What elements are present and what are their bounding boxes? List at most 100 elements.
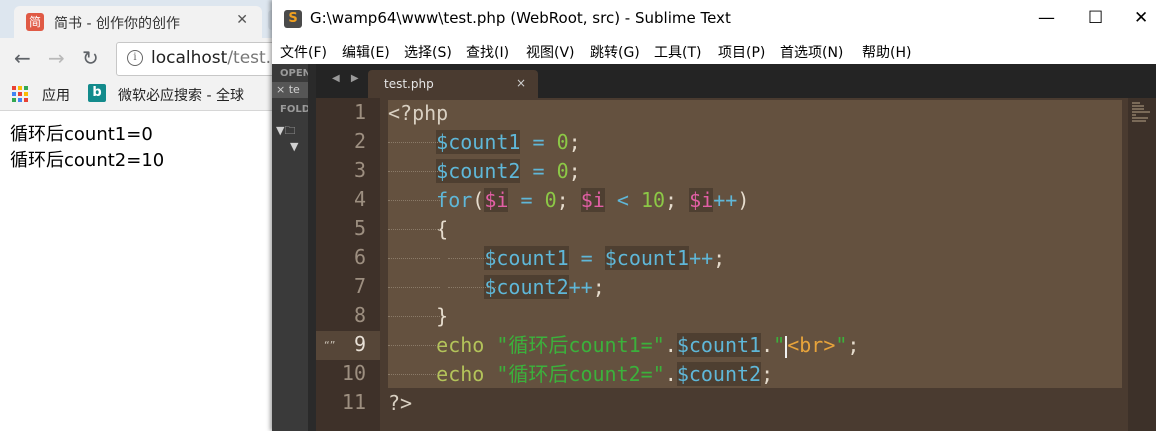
minimap-line <box>1132 105 1144 107</box>
bookmark-bing[interactable]: 微软必应搜索 - 全球 <box>118 85 244 105</box>
assign-op: = <box>532 130 545 154</box>
reload-icon[interactable]: ↻ <box>82 46 99 70</box>
fold-marker-icon: “” <box>324 339 336 352</box>
line-number: 1 <box>353 100 366 124</box>
num-zero: 0 <box>544 188 557 212</box>
menu-selection[interactable]: 选择(S) <box>404 42 452 62</box>
minimap-line <box>1132 114 1136 116</box>
code-line-6: $count1 = $count1++; <box>388 244 725 273</box>
tab-scroll-arrows-icon[interactable]: ◀ ▶ <box>332 73 363 84</box>
open-files-header: OPEN <box>280 68 308 79</box>
menu-file[interactable]: 文件(F) <box>280 42 327 62</box>
paren-open: ( <box>472 188 485 212</box>
indent-guide <box>388 287 440 290</box>
triangle-down-icon: ▼ <box>290 140 299 153</box>
browser-tab-title: 简书 - 创作你的创作 <box>54 16 180 32</box>
code-area[interactable]: <?php $count1 = 0; $count2 = 0; for($i =… <box>388 98 1148 431</box>
var-i-name: i <box>592 188 605 212</box>
bing-icon: b <box>88 84 106 102</box>
indent-guide <box>388 171 440 174</box>
inc-op: ++ <box>568 275 593 299</box>
code-line-7: $count2++; <box>388 273 605 302</box>
menu-goto[interactable]: 跳转(G) <box>590 42 640 62</box>
string-literal: "循环后count1=" <box>496 333 665 357</box>
sidebar-open-file[interactable]: × te <box>276 83 300 96</box>
output-line-2: 循环后count2=10 <box>10 150 165 171</box>
code-line-11: ?> <box>388 389 412 418</box>
string-quote: " <box>835 333 848 357</box>
var-i: $i <box>580 188 605 212</box>
indent-guide <box>388 229 440 232</box>
num-zero: 0 <box>556 130 569 154</box>
sublime-app-icon: S <box>284 10 302 28</box>
minimize-button[interactable]: — <box>1038 8 1055 28</box>
close-button[interactable]: ✕ <box>1134 8 1148 28</box>
code-line-10: echo "循环后count2=".$count2; <box>388 360 773 389</box>
string-quote: " <box>773 333 786 357</box>
semicolon: ; <box>556 188 569 212</box>
forward-arrow-icon[interactable]: → <box>48 46 65 70</box>
var-i: $i <box>689 188 714 212</box>
sidebar: OPEN × te FOLD ▼🗀 ▼ <box>272 64 308 431</box>
code-line-9: echo "循环后count1=".$count1." <br>"; <box>388 331 859 360</box>
folders-header: FOLD <box>280 104 308 115</box>
menu-bar: 文件(F) 编辑(E) 选择(S) 查找(I) 视图(V) 跳转(G) 工具(T… <box>272 38 1156 64</box>
sidebar-open-file-label: te <box>288 83 300 96</box>
indent-guide <box>448 258 496 261</box>
indent-guide <box>388 345 440 348</box>
close-icon[interactable]: × <box>276 83 285 96</box>
back-arrow-icon[interactable]: ← <box>14 46 31 70</box>
line-number-current: 9 <box>353 332 366 356</box>
assign-op: = <box>532 159 545 183</box>
minimap[interactable] <box>1128 98 1156 431</box>
keyword-for: for <box>436 188 473 212</box>
var-dollar: $ <box>484 188 497 212</box>
info-icon[interactable]: i <box>127 50 143 66</box>
maximize-button[interactable]: ☐ <box>1088 8 1103 28</box>
semicolon: ; <box>568 159 581 183</box>
minimap-line <box>1132 120 1146 122</box>
num-zero: 0 <box>556 159 569 183</box>
var-count2: $count2 <box>484 275 569 299</box>
var-i-name: i <box>496 188 509 212</box>
menu-project[interactable]: 项目(P) <box>718 42 765 62</box>
var-count1: $count1 <box>604 246 690 270</box>
bookmark-apps[interactable]: 应用 <box>42 85 70 105</box>
menu-edit[interactable]: 编辑(E) <box>342 42 390 62</box>
var-count1: $count1 <box>436 130 521 154</box>
var-i-name: i <box>701 188 714 212</box>
sidebar-scrollbar[interactable] <box>308 64 316 431</box>
var-count2: $count2 <box>676 362 762 386</box>
semicolon: ; <box>592 275 605 299</box>
browser-tab[interactable]: 简 简书 - 创作你的创作 ✕ <box>14 6 262 38</box>
menu-tools[interactable]: 工具(T) <box>654 42 701 62</box>
line-number-gutter: “” 1 2 3 4 5 6 7 8 9 10 11 <box>316 98 380 431</box>
code-line-2: $count1 = 0; <box>388 128 581 157</box>
menu-preferences[interactable]: 首选项(N) <box>780 42 843 62</box>
code-editor[interactable]: “” 1 2 3 4 5 6 7 8 9 10 11 <?php $count1… <box>316 98 1156 431</box>
folder-icon: 🗀 <box>284 124 296 137</box>
menu-help[interactable]: 帮助(H) <box>862 42 911 62</box>
var-count1: $count1 <box>484 246 569 270</box>
paren-close: ) <box>737 188 750 212</box>
inc-op: ++ <box>713 188 738 212</box>
tab-close-icon[interactable]: × <box>516 76 526 90</box>
folder-tree-child[interactable]: ▼ <box>290 140 298 153</box>
code-line-3: $count2 = 0; <box>388 157 581 186</box>
menu-view[interactable]: 视图(V) <box>526 42 575 62</box>
semicolon: ; <box>568 130 581 154</box>
folder-tree-root[interactable]: ▼🗀 <box>276 122 295 141</box>
concat-op: . <box>664 333 677 357</box>
tab-close-icon[interactable]: ✕ <box>236 12 248 28</box>
line-number: 3 <box>353 158 366 182</box>
page-content: 循环后count1=0 循环后count2=10 <box>10 122 164 174</box>
semicolon: ; <box>847 333 860 357</box>
line-number: 7 <box>353 274 366 298</box>
code-line-5: { <box>388 215 448 244</box>
minimap-line <box>1132 117 1148 119</box>
var-count2: $count2 <box>436 159 521 183</box>
editor-tab-test-php[interactable]: test.php × <box>368 70 538 98</box>
apps-grid-icon[interactable] <box>12 86 28 102</box>
lt-op: < <box>616 188 629 212</box>
menu-find[interactable]: 查找(I) <box>466 42 509 62</box>
